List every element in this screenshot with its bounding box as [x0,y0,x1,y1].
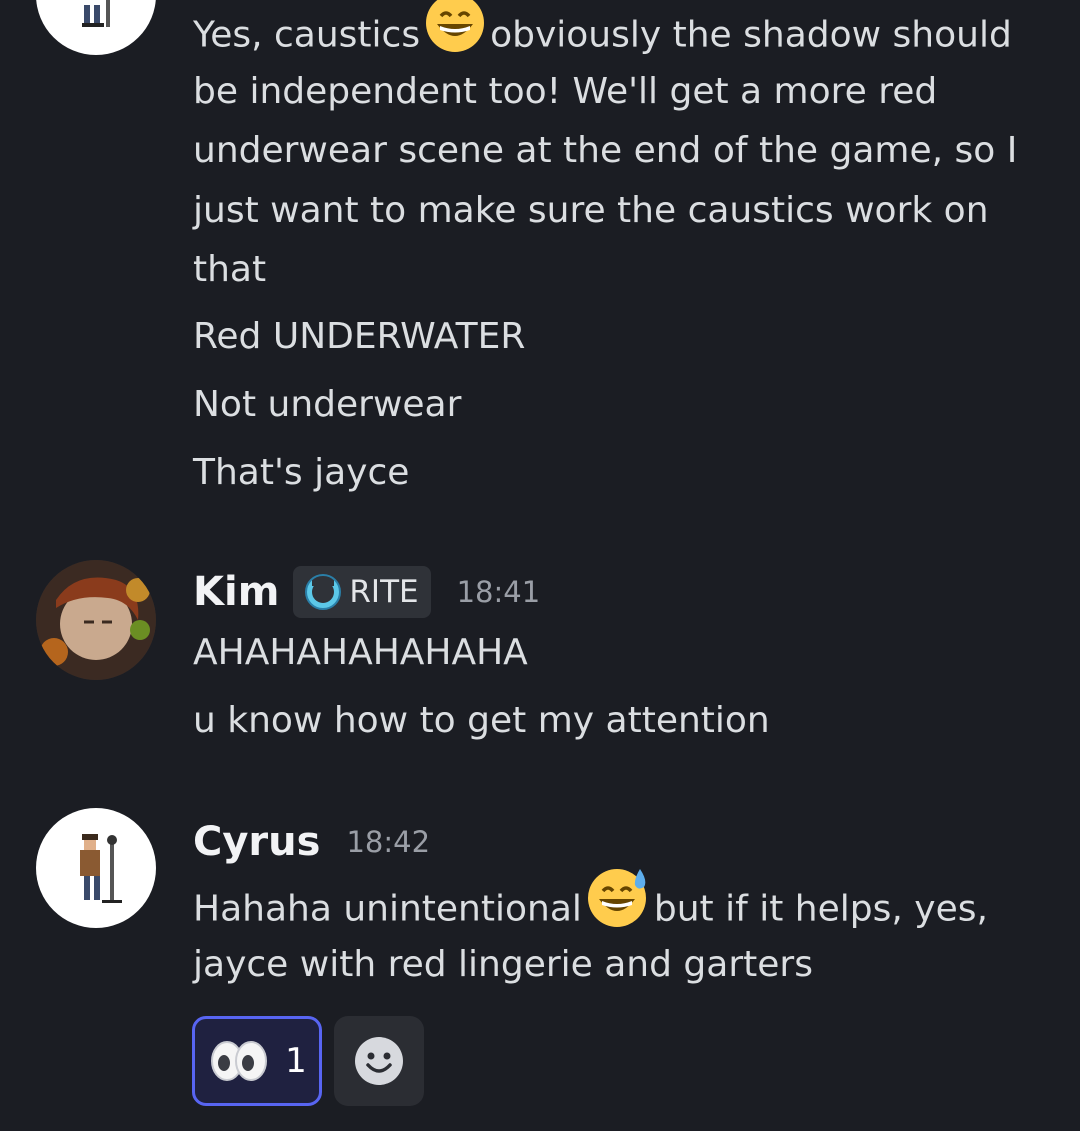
pixel-character-icon [80,834,122,903]
avatar-cyrus[interactable] [36,808,156,928]
pixel-character-icon [82,0,110,27]
message-line: AHAHAHAHAHAHA [193,632,528,673]
add-reaction-button[interactable] [334,1016,424,1106]
message-line: u know how to get my attention [193,700,770,741]
message-header-kim: Kim RITE 18:41 [193,562,540,622]
timestamp[interactable]: 18:41 [457,575,541,609]
message-line: be independent too! We'll get a more red [193,71,938,112]
server-tag[interactable]: RITE [293,566,431,618]
smiley-add-reaction-icon [355,1037,403,1085]
username-cyrus[interactable]: Cyrus [193,819,320,865]
message-line: Not underwear [193,384,462,425]
message-line: jayce with red lingerie and garters [193,944,813,985]
avatar-cyrus-top[interactable] [36,0,156,55]
avatar-kim[interactable] [36,560,156,680]
message-header-cyrus: Cyrus 18:42 [193,812,430,872]
timestamp[interactable]: 18:42 [346,825,430,859]
username-kim[interactable]: Kim [193,569,279,615]
message-line: underwear scene at the end of the game, … [193,130,1018,171]
kim-portrait-icon [36,560,156,680]
tag-label: RITE [349,574,419,610]
reaction-count: 1 [285,1041,307,1081]
chat-view: Yes, caustics obviously the shadow should… [0,0,1080,1131]
reaction-eyes[interactable]: 1 [192,1016,322,1106]
message-line: that [193,249,267,290]
message-line: just want to make sure the caustics work… [193,190,989,231]
shield-ring-icon [305,574,342,610]
message-line: That's jayce [193,452,410,493]
message-line: Red UNDERWATER [193,316,526,357]
eyes-icon [211,1041,268,1081]
